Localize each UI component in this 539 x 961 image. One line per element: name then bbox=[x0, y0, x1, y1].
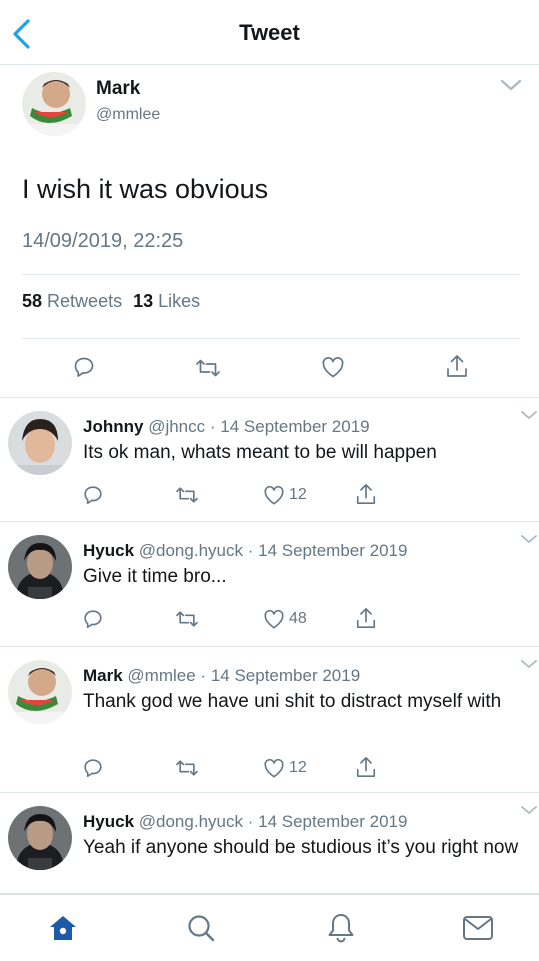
separator-dot: · bbox=[247, 812, 254, 831]
reply-button[interactable] bbox=[82, 757, 104, 784]
avatar[interactable] bbox=[8, 411, 72, 475]
share-icon bbox=[356, 757, 376, 777]
home-icon[interactable] bbox=[48, 914, 78, 942]
reply-button[interactable] bbox=[82, 484, 104, 511]
heart-icon bbox=[264, 758, 284, 778]
reply-date: 14 September 2019 bbox=[258, 812, 408, 831]
share-icon bbox=[356, 608, 376, 628]
avatar[interactable] bbox=[22, 72, 86, 136]
author-handle[interactable]: @mmlee bbox=[96, 106, 160, 124]
separator-dot: · bbox=[247, 541, 254, 560]
divider bbox=[0, 397, 539, 398]
avatar[interactable] bbox=[8, 660, 72, 724]
reply-text: Thank god we have uni shit to distract m… bbox=[83, 691, 502, 712]
comment-icon bbox=[74, 357, 94, 377]
chevron-down-icon[interactable] bbox=[520, 534, 538, 544]
tweet-timestamp: 14/09/2019, 22:25 bbox=[22, 230, 184, 252]
page-title: Tweet bbox=[239, 20, 300, 45]
retweet-icon bbox=[176, 487, 198, 503]
reply-button[interactable] bbox=[82, 608, 104, 635]
divider bbox=[0, 792, 539, 793]
share-button[interactable] bbox=[355, 482, 377, 511]
top-bar: Tweet bbox=[0, 0, 539, 65]
reply-author-handle[interactable]: @dong.hyuck bbox=[139, 541, 243, 560]
reply-text: Its ok man, whats meant to be will happe… bbox=[83, 442, 437, 463]
like-button[interactable] bbox=[321, 356, 345, 378]
like-button[interactable]: 48 bbox=[263, 609, 307, 629]
reply-author-name[interactable]: Mark bbox=[83, 666, 123, 685]
chevron-down-icon[interactable] bbox=[520, 805, 538, 815]
reply-author-handle[interactable]: @dong.hyuck bbox=[139, 812, 243, 831]
bell-icon[interactable] bbox=[326, 912, 356, 944]
reply-header: Hyuck @dong.hyuck · 14 September 2019 bbox=[83, 812, 407, 832]
reply-author-name[interactable]: Johnny bbox=[83, 417, 143, 436]
retweets-count[interactable]: 58 bbox=[22, 291, 42, 311]
chevron-down-icon[interactable] bbox=[520, 410, 538, 420]
retweet-button[interactable] bbox=[174, 609, 200, 634]
reply-header: Hyuck @dong.hyuck · 14 September 2019 bbox=[83, 541, 407, 561]
reply-author-name[interactable]: Hyuck bbox=[83, 812, 134, 831]
reply-header: Johnny @jhncc · 14 September 2019 bbox=[83, 417, 370, 437]
separator-dot: · bbox=[209, 417, 216, 436]
search-icon[interactable] bbox=[186, 913, 216, 943]
mail-icon[interactable] bbox=[462, 915, 494, 941]
reply-text: Give it time bro... bbox=[83, 566, 227, 587]
reply-text: Yeah if anyone should be studious it’s y… bbox=[83, 837, 519, 858]
retweet-icon bbox=[176, 611, 198, 627]
divider bbox=[22, 274, 520, 275]
share-button[interactable] bbox=[355, 755, 377, 784]
retweet-icon bbox=[196, 359, 220, 377]
retweet-icon bbox=[176, 760, 198, 776]
share-icon bbox=[447, 355, 467, 377]
tweet-stats: 58 Retweets 13 Likes bbox=[22, 291, 200, 312]
reply-header: Mark @mmlee · 14 September 2019 bbox=[83, 666, 360, 686]
reply-date: 14 September 2019 bbox=[210, 666, 361, 685]
retweets-label[interactable]: Retweets bbox=[47, 291, 122, 311]
reply-author-handle[interactable]: @jhncc bbox=[148, 417, 205, 436]
reply-button[interactable] bbox=[72, 355, 96, 379]
share-button[interactable] bbox=[355, 606, 377, 635]
share-button[interactable] bbox=[445, 353, 469, 379]
like-count: 12 bbox=[289, 759, 307, 776]
reply-author-name[interactable]: Hyuck bbox=[83, 541, 134, 560]
retweet-button[interactable] bbox=[174, 485, 200, 510]
retweet-button[interactable] bbox=[194, 357, 222, 379]
like-button[interactable]: 12 bbox=[263, 485, 307, 505]
heart-icon bbox=[264, 609, 284, 629]
comment-icon bbox=[84, 759, 102, 778]
like-count: 48 bbox=[289, 610, 307, 627]
chevron-down-icon[interactable] bbox=[520, 659, 538, 669]
avatar[interactable] bbox=[8, 535, 72, 599]
retweet-button[interactable] bbox=[174, 758, 200, 783]
heart-icon bbox=[264, 485, 284, 505]
divider bbox=[0, 521, 539, 522]
reply-date: 14 September 2019 bbox=[220, 417, 370, 436]
reply-date: 14 September 2019 bbox=[258, 541, 408, 560]
chevron-down-icon[interactable] bbox=[500, 78, 522, 92]
likes-label[interactable]: Likes bbox=[158, 291, 200, 311]
like-count: 12 bbox=[289, 486, 307, 503]
avatar[interactable] bbox=[8, 806, 72, 870]
reply-author-handle[interactable]: @mmlee bbox=[127, 666, 195, 685]
separator-dot: · bbox=[200, 666, 207, 685]
heart-icon bbox=[322, 357, 344, 378]
divider bbox=[0, 646, 539, 647]
divider bbox=[22, 338, 520, 339]
comment-icon bbox=[84, 610, 102, 629]
likes-count[interactable]: 13 bbox=[133, 291, 153, 311]
author-name[interactable]: Mark bbox=[96, 78, 140, 100]
share-icon bbox=[356, 484, 376, 504]
comment-icon bbox=[84, 486, 102, 505]
bottom-nav bbox=[0, 894, 539, 961]
like-button[interactable]: 12 bbox=[263, 758, 307, 778]
tweet-text: I wish it was obvious bbox=[22, 174, 269, 204]
